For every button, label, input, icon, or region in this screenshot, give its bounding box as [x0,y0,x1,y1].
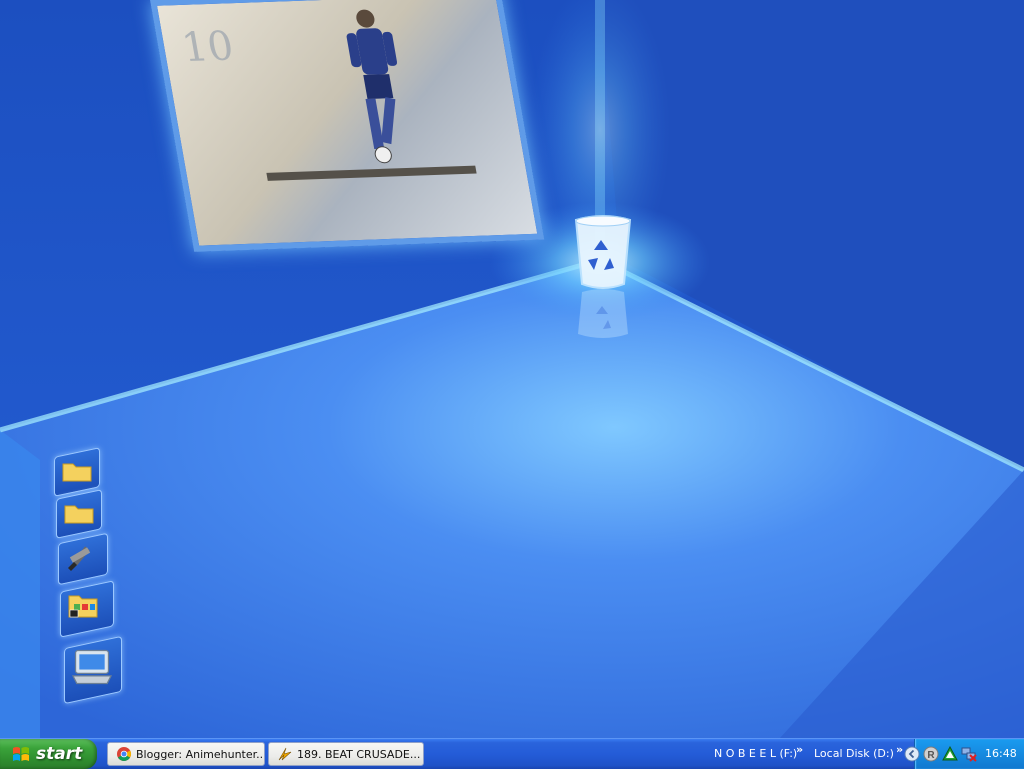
folder-icon [64,505,94,524]
toolbar-chevron-1[interactable]: » [796,743,803,756]
start-button[interactable]: start [0,739,97,769]
network-disconnected-icon[interactable] [961,746,977,762]
taskbar-button-label: Blogger: Animehunter... [136,747,264,761]
toolbar-drive-local-disk[interactable]: Local Disk (D:) [814,747,894,760]
taskbar-button-winamp[interactable]: 189. BEAT CRUSADE... [268,742,424,766]
desktop-tools-shortcut[interactable] [58,532,108,586]
desktop-folder-1[interactable] [54,447,100,497]
windows-logo-icon [13,747,29,761]
toolbar-chevron-2[interactable]: » [896,743,903,756]
show-hidden-icons-chevron-icon[interactable] [904,746,920,762]
taskbar: start Blogger: Animehunter... 189. BEAT … [0,738,1024,769]
toolbar-drive-nobeel[interactable]: N O B E E L (F:) [714,747,797,760]
green-triangle-icon[interactable] [942,746,958,762]
folder-icon [62,463,92,482]
desktop-wallpaper-window[interactable]: 10 [150,0,545,252]
taskbar-button-label: 189. BEAT CRUSADE... [297,747,421,761]
desktop[interactable]: 10 [0,0,1024,738]
taskbar-button-blogger[interactable]: Blogger: Animehunter... [107,742,265,766]
wallpaper-taskbar-strip [266,165,477,181]
desktop-my-computer[interactable] [64,635,122,705]
recycle-bin-icon[interactable] [572,214,634,344]
folder-programs-icon [68,595,98,618]
start-label: start [36,744,83,764]
svg-text:R: R [927,750,935,761]
desktop-programs-folder[interactable] [60,580,114,638]
footballer-figure [346,9,398,164]
wallpaper-jersey-number: 10 [178,23,238,72]
registered-r-icon[interactable]: R [923,746,939,762]
chrome-icon [117,747,131,761]
winamp-icon [278,747,292,761]
system-tray: R 16:48 [904,739,1024,769]
tools-icon [68,546,91,571]
my-computer-icon [71,649,113,685]
clock[interactable]: 16:48 [985,747,1017,760]
desktop-folder-2[interactable] [56,489,102,539]
